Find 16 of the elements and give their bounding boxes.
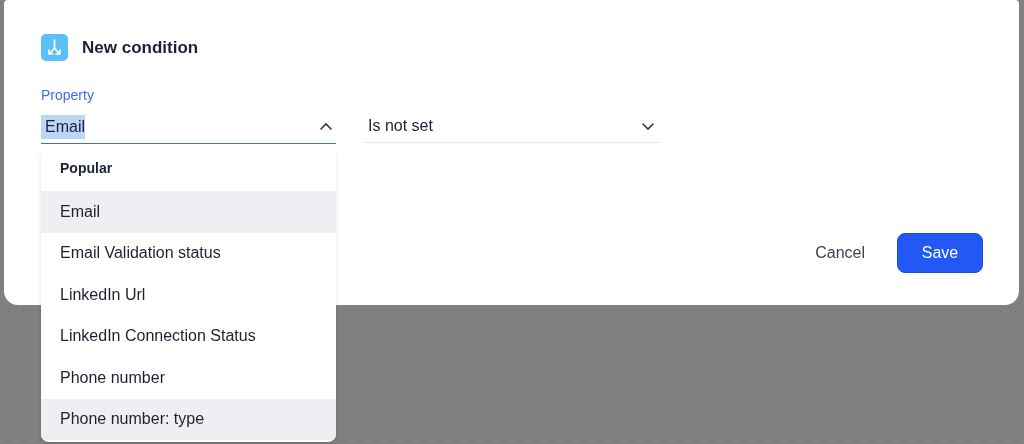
chevron-down-icon: [642, 121, 654, 131]
menu-item[interactable]: Phone number: [41, 357, 336, 399]
menu-item[interactable]: LinkedIn Connection Status: [41, 315, 336, 357]
cancel-button[interactable]: Cancel: [803, 233, 877, 273]
split-arrows-icon: [41, 34, 68, 61]
menu-item[interactable]: Phone number: type: [41, 398, 336, 440]
dialog-title: New condition: [82, 36, 199, 59]
menu-item[interactable]: Email Validation status: [41, 232, 336, 274]
save-button[interactable]: Save: [897, 233, 983, 273]
operator-select[interactable]: Is not set: [364, 110, 660, 143]
field-label: Property: [41, 86, 94, 105]
property-select[interactable]: Email: [41, 110, 336, 144]
group-heading: Popular: [59, 159, 114, 178]
menu-item[interactable]: Email: [41, 191, 336, 233]
menu-item[interactable]: LinkedIn Url: [41, 274, 336, 316]
chevron-up-icon: [320, 122, 332, 131]
